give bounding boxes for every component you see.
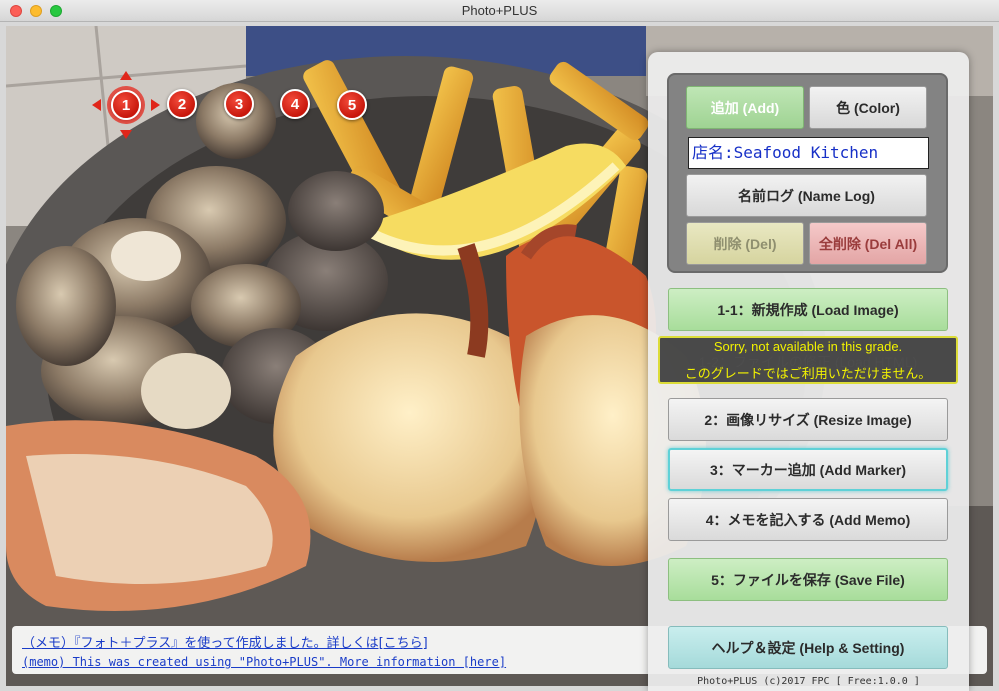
marker-3[interactable]: 3: [224, 89, 254, 119]
save-file-button[interactable]: 5：ファイルを保存 (Save File): [668, 558, 948, 601]
marker-move-left-icon[interactable]: [92, 99, 101, 111]
marker-2[interactable]: 2: [167, 89, 197, 119]
name-log-button[interactable]: 名前ログ (Name Log): [686, 174, 927, 217]
title-bar: Photo+PLUS: [0, 0, 999, 22]
version-footer: Photo+PLUS (c)2017 FPC [ Free:1.0.0 ]: [697, 676, 920, 687]
help-settings-button[interactable]: ヘルプ＆設定 (Help & Setting): [668, 626, 948, 669]
marker-move-down-icon[interactable]: [120, 130, 132, 139]
delete-all-button[interactable]: 全削除 (Del All): [809, 222, 927, 265]
add-memo-button[interactable]: 4：メモを記入する (Add Memo): [668, 498, 948, 541]
unavailable-notice-en: Sorry, not available in this grade.: [713, 339, 903, 354]
load-image-button[interactable]: 1-1：新規作成 (Load Image): [668, 288, 948, 331]
marker-5[interactable]: 5: [337, 90, 367, 120]
color-button[interactable]: 色 (Color): [809, 86, 927, 129]
delete-button[interactable]: 削除 (Del): [686, 222, 804, 265]
marker-1[interactable]: 1: [111, 90, 141, 120]
memo-link-english[interactable]: (memo) This was created using "Photo+PLU…: [22, 655, 506, 669]
marker-name-field[interactable]: 店名:Seafood Kitchen: [688, 137, 929, 169]
marker-name-panel: 追加 (Add) 色 (Color) 店名:Seafood Kitchen 名前…: [667, 73, 948, 273]
marker-move-right-icon[interactable]: [151, 99, 160, 111]
window-title: Photo+PLUS: [461, 3, 538, 18]
marker-4[interactable]: 4: [280, 89, 310, 119]
unavailable-notice-ja: このグレードではご利用いただけません。: [684, 366, 932, 381]
unavailable-notice: Sorry, not available in this grade. このグレ…: [658, 338, 958, 382]
add-button[interactable]: 追加 (Add): [686, 86, 804, 129]
control-panel: 追加 (Add) 色 (Color) 店名:Seafood Kitchen 名前…: [648, 52, 969, 691]
marker-move-up-icon[interactable]: [120, 71, 132, 80]
resize-image-button[interactable]: 2：画像リサイズ (Resize Image): [668, 398, 948, 441]
memo-link-japanese[interactable]: （メモ）『フォト＋プラス』を使って作成しました。詳しくは[こちら]: [22, 632, 428, 651]
add-marker-button[interactable]: 3：マーカー追加 (Add Marker): [668, 448, 948, 491]
